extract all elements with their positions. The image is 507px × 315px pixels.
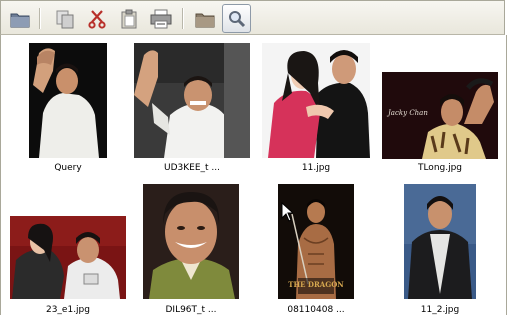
thumbnail-caption: DIL96T_t ... (165, 305, 217, 315)
paste-button[interactable] (115, 5, 142, 32)
thumbnail-gallery: Query UD3KEE_t ... 11.jpg Jacky Chan TLo… (0, 35, 507, 315)
toolbar (0, 0, 505, 35)
folder-button[interactable] (191, 5, 218, 32)
cut-button[interactable] (83, 5, 110, 32)
thumbnail-overlay-text: Jacky Chan (388, 109, 428, 117)
paste-icon (121, 9, 136, 28)
thumbnail-caption: 23_e1.jpg (45, 305, 90, 315)
thumbnail-caption: UD3KEE_t ... (164, 163, 220, 173)
thumbnail-caption: TLong.jpg (417, 163, 463, 173)
thumbnail-image[interactable] (134, 43, 250, 158)
thumbnail-image[interactable] (29, 43, 107, 158)
search-button[interactable] (222, 4, 251, 33)
folder-icon (195, 13, 214, 27)
thumbnail-overlay-text: THE DRAGON (288, 280, 344, 289)
thumbnail-caption: Query (54, 163, 82, 173)
thumbnail-image[interactable] (10, 216, 126, 299)
thumbnail-image[interactable] (262, 43, 370, 158)
thumbnail-image[interactable] (404, 184, 476, 299)
print-button[interactable] (147, 5, 174, 32)
thumbnail-caption: 11.jpg (301, 163, 331, 173)
cut-icon (87, 9, 106, 29)
thumbnail-caption: 11_2.jpg (420, 305, 460, 315)
search-icon (228, 10, 245, 27)
thumbnail-image[interactable]: Jacky Chan (382, 72, 498, 159)
thumbnail-image[interactable] (143, 184, 239, 299)
thumbnail-caption: 08110408 ... (287, 305, 345, 315)
mouse-cursor-icon (281, 202, 293, 222)
copy-button[interactable] (51, 5, 78, 32)
print-icon (150, 9, 171, 28)
copy-icon (56, 10, 73, 28)
folder-icon (10, 13, 29, 27)
open-folder-button[interactable] (6, 5, 33, 32)
